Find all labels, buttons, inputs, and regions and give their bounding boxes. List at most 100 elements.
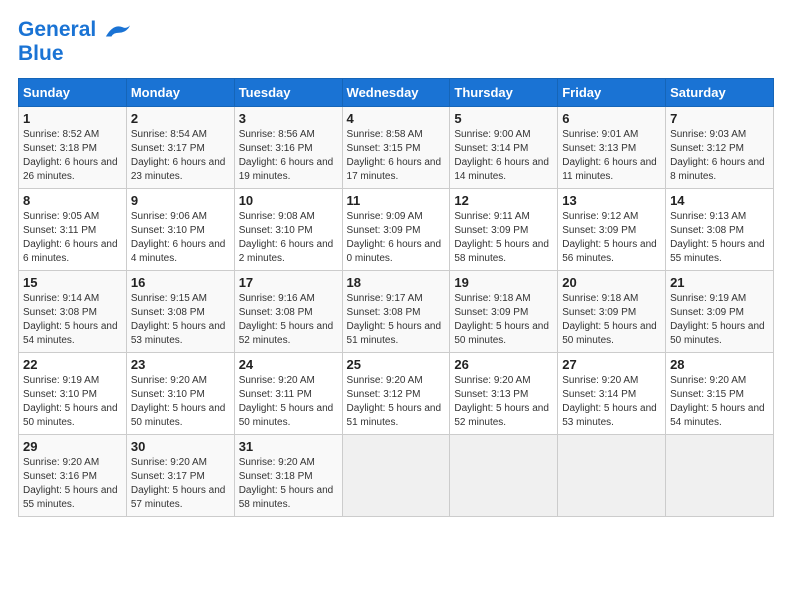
day-info: Sunrise: 9:20 AMSunset: 3:12 PMDaylight:… (347, 374, 446, 430)
day-number: 3 (239, 111, 338, 126)
calendar-body: 1Sunrise: 8:52 AMSunset: 3:18 PMDaylight… (19, 107, 774, 517)
day-info: Sunrise: 9:16 AMSunset: 3:08 PMDaylight:… (239, 292, 338, 348)
logo-blue: Blue (18, 42, 132, 66)
day-info: Sunrise: 9:18 AMSunset: 3:09 PMDaylight:… (562, 292, 661, 348)
day-info: Sunrise: 9:08 AMSunset: 3:10 PMDaylight:… (239, 210, 338, 266)
page-header: General Blue (18, 18, 774, 66)
logo-general: General (18, 18, 96, 41)
day-number: 9 (131, 193, 230, 208)
calendar-week-1: 1Sunrise: 8:52 AMSunset: 3:18 PMDaylight… (19, 107, 774, 189)
calendar-cell: 15Sunrise: 9:14 AMSunset: 3:08 PMDayligh… (19, 271, 127, 353)
calendar-cell: 1Sunrise: 8:52 AMSunset: 3:18 PMDaylight… (19, 107, 127, 189)
day-number: 28 (670, 357, 769, 372)
calendar-cell: 8 Sunrise: 9:05 AMSunset: 3:11 PMDaylight… (19, 189, 127, 271)
calendar-cell (558, 435, 666, 517)
calendar-cell: 22 Sunrise: 9:19 AMSunset: 3:10 PMDayligh… (19, 353, 127, 435)
day-number: 27 (562, 357, 661, 372)
calendar-cell (666, 435, 774, 517)
day-number: 4 (347, 111, 446, 126)
day-number: 13 (562, 193, 661, 208)
day-number: 19 (454, 275, 553, 290)
day-number: 5 (454, 111, 553, 126)
calendar-week-2: 8 Sunrise: 9:05 AMSunset: 3:11 PMDaylight… (19, 189, 774, 271)
day-number: 25 (347, 357, 446, 372)
calendar-cell: 20 Sunrise: 9:18 AMSunset: 3:09 PMDayligh… (558, 271, 666, 353)
day-number: 8 (23, 193, 122, 208)
calendar-cell: 9Sunrise: 9:06 AMSunset: 3:10 PMDaylight… (126, 189, 234, 271)
day-info: Sunrise: 9:13 AMSunset: 3:08 PMDaylight:… (670, 210, 769, 266)
day-info: Sunrise: 9:18 AMSunset: 3:09 PMDaylight:… (454, 292, 553, 348)
weekday-header-saturday: Saturday (666, 79, 774, 107)
calendar-cell: 10 Sunrise: 9:08 AMSunset: 3:10 PMDayligh… (234, 189, 342, 271)
calendar-table: SundayMondayTuesdayWednesdayThursdayFrid… (18, 78, 774, 517)
day-number: 16 (131, 275, 230, 290)
day-info: Sunrise: 9:20 AMSunset: 3:11 PMDaylight:… (239, 374, 338, 430)
calendar-cell: 26 Sunrise: 9:20 AMSunset: 3:13 PMDayligh… (450, 353, 558, 435)
calendar-cell: 29 Sunrise: 9:20 AMSunset: 3:16 PMDayligh… (19, 435, 127, 517)
day-info: Sunrise: 9:20 AMSunset: 3:18 PMDaylight:… (239, 456, 338, 512)
calendar-week-5: 29 Sunrise: 9:20 AMSunset: 3:16 PMDayligh… (19, 435, 774, 517)
weekday-header-friday: Friday (558, 79, 666, 107)
day-number: 21 (670, 275, 769, 290)
day-number: 22 (23, 357, 122, 372)
calendar-cell: 16Sunrise: 9:15 AMSunset: 3:08 PMDayligh… (126, 271, 234, 353)
day-info: Sunrise: 8:54 AMSunset: 3:17 PMDaylight:… (131, 128, 230, 184)
day-info: Sunrise: 9:19 AMSunset: 3:10 PMDaylight:… (23, 374, 122, 430)
day-number: 10 (239, 193, 338, 208)
day-info: Sunrise: 9:09 AMSunset: 3:09 PMDaylight:… (347, 210, 446, 266)
day-number: 1 (23, 111, 122, 126)
day-number: 26 (454, 357, 553, 372)
day-number: 30 (131, 439, 230, 454)
calendar-week-3: 15Sunrise: 9:14 AMSunset: 3:08 PMDayligh… (19, 271, 774, 353)
weekday-header-monday: Monday (126, 79, 234, 107)
calendar-cell: 31Sunrise: 9:20 AMSunset: 3:18 PMDayligh… (234, 435, 342, 517)
day-info: Sunrise: 9:03 AMSunset: 3:12 PMDaylight:… (670, 128, 769, 184)
day-number: 14 (670, 193, 769, 208)
day-info: Sunrise: 9:01 AMSunset: 3:13 PMDaylight:… (562, 128, 661, 184)
day-number: 12 (454, 193, 553, 208)
logo-bird-icon (104, 19, 132, 41)
calendar-cell: 14 Sunrise: 9:13 AMSunset: 3:08 PMDayligh… (666, 189, 774, 271)
day-info: Sunrise: 9:19 AMSunset: 3:09 PMDaylight:… (670, 292, 769, 348)
calendar-header-row: SundayMondayTuesdayWednesdayThursdayFrid… (19, 79, 774, 107)
day-info: Sunrise: 9:20 AMSunset: 3:10 PMDaylight:… (131, 374, 230, 430)
calendar-cell: 19 Sunrise: 9:18 AMSunset: 3:09 PMDayligh… (450, 271, 558, 353)
day-number: 6 (562, 111, 661, 126)
day-number: 20 (562, 275, 661, 290)
page-container: General Blue SundayMondayTuesdayWednesda… (0, 0, 792, 527)
day-info: Sunrise: 9:20 AMSunset: 3:15 PMDaylight:… (670, 374, 769, 430)
calendar-cell: 3 Sunrise: 8:56 AMSunset: 3:16 PMDaylight… (234, 107, 342, 189)
day-number: 2 (131, 111, 230, 126)
day-info: Sunrise: 9:14 AMSunset: 3:08 PMDaylight:… (23, 292, 122, 348)
calendar-cell: 28 Sunrise: 9:20 AMSunset: 3:15 PMDayligh… (666, 353, 774, 435)
calendar-cell: 12 Sunrise: 9:11 AMSunset: 3:09 PMDayligh… (450, 189, 558, 271)
calendar-cell: 25 Sunrise: 9:20 AMSunset: 3:12 PMDayligh… (342, 353, 450, 435)
calendar-cell: 2 Sunrise: 8:54 AMSunset: 3:17 PMDaylight… (126, 107, 234, 189)
calendar-cell: 23Sunrise: 9:20 AMSunset: 3:10 PMDayligh… (126, 353, 234, 435)
weekday-header-thursday: Thursday (450, 79, 558, 107)
day-info: Sunrise: 9:11 AMSunset: 3:09 PMDaylight:… (454, 210, 553, 266)
day-info: Sunrise: 9:20 AMSunset: 3:14 PMDaylight:… (562, 374, 661, 430)
calendar-cell: 18Sunrise: 9:17 AMSunset: 3:08 PMDayligh… (342, 271, 450, 353)
weekday-header-wednesday: Wednesday (342, 79, 450, 107)
day-info: Sunrise: 9:20 AMSunset: 3:13 PMDaylight:… (454, 374, 553, 430)
day-number: 29 (23, 439, 122, 454)
calendar-cell: 6 Sunrise: 9:01 AMSunset: 3:13 PMDaylight… (558, 107, 666, 189)
day-info: Sunrise: 9:20 AMSunset: 3:16 PMDaylight:… (23, 456, 122, 512)
weekday-header-sunday: Sunday (19, 79, 127, 107)
calendar-cell: 24 Sunrise: 9:20 AMSunset: 3:11 PMDayligh… (234, 353, 342, 435)
calendar-cell (342, 435, 450, 517)
day-number: 7 (670, 111, 769, 126)
day-number: 18 (347, 275, 446, 290)
calendar-cell: 7 Sunrise: 9:03 AMSunset: 3:12 PMDaylight… (666, 107, 774, 189)
day-number: 24 (239, 357, 338, 372)
day-info: Sunrise: 9:12 AMSunset: 3:09 PMDaylight:… (562, 210, 661, 266)
day-info: Sunrise: 9:00 AMSunset: 3:14 PMDaylight:… (454, 128, 553, 184)
day-info: Sunrise: 8:58 AMSunset: 3:15 PMDaylight:… (347, 128, 446, 184)
day-info: Sunrise: 9:20 AMSunset: 3:17 PMDaylight:… (131, 456, 230, 512)
day-info: Sunrise: 9:05 AMSunset: 3:11 PMDaylight:… (23, 210, 122, 266)
calendar-cell: 21 Sunrise: 9:19 AMSunset: 3:09 PMDayligh… (666, 271, 774, 353)
weekday-header-tuesday: Tuesday (234, 79, 342, 107)
day-info: Sunrise: 8:56 AMSunset: 3:16 PMDaylight:… (239, 128, 338, 184)
calendar-cell: 5 Sunrise: 9:00 AMSunset: 3:14 PMDaylight… (450, 107, 558, 189)
